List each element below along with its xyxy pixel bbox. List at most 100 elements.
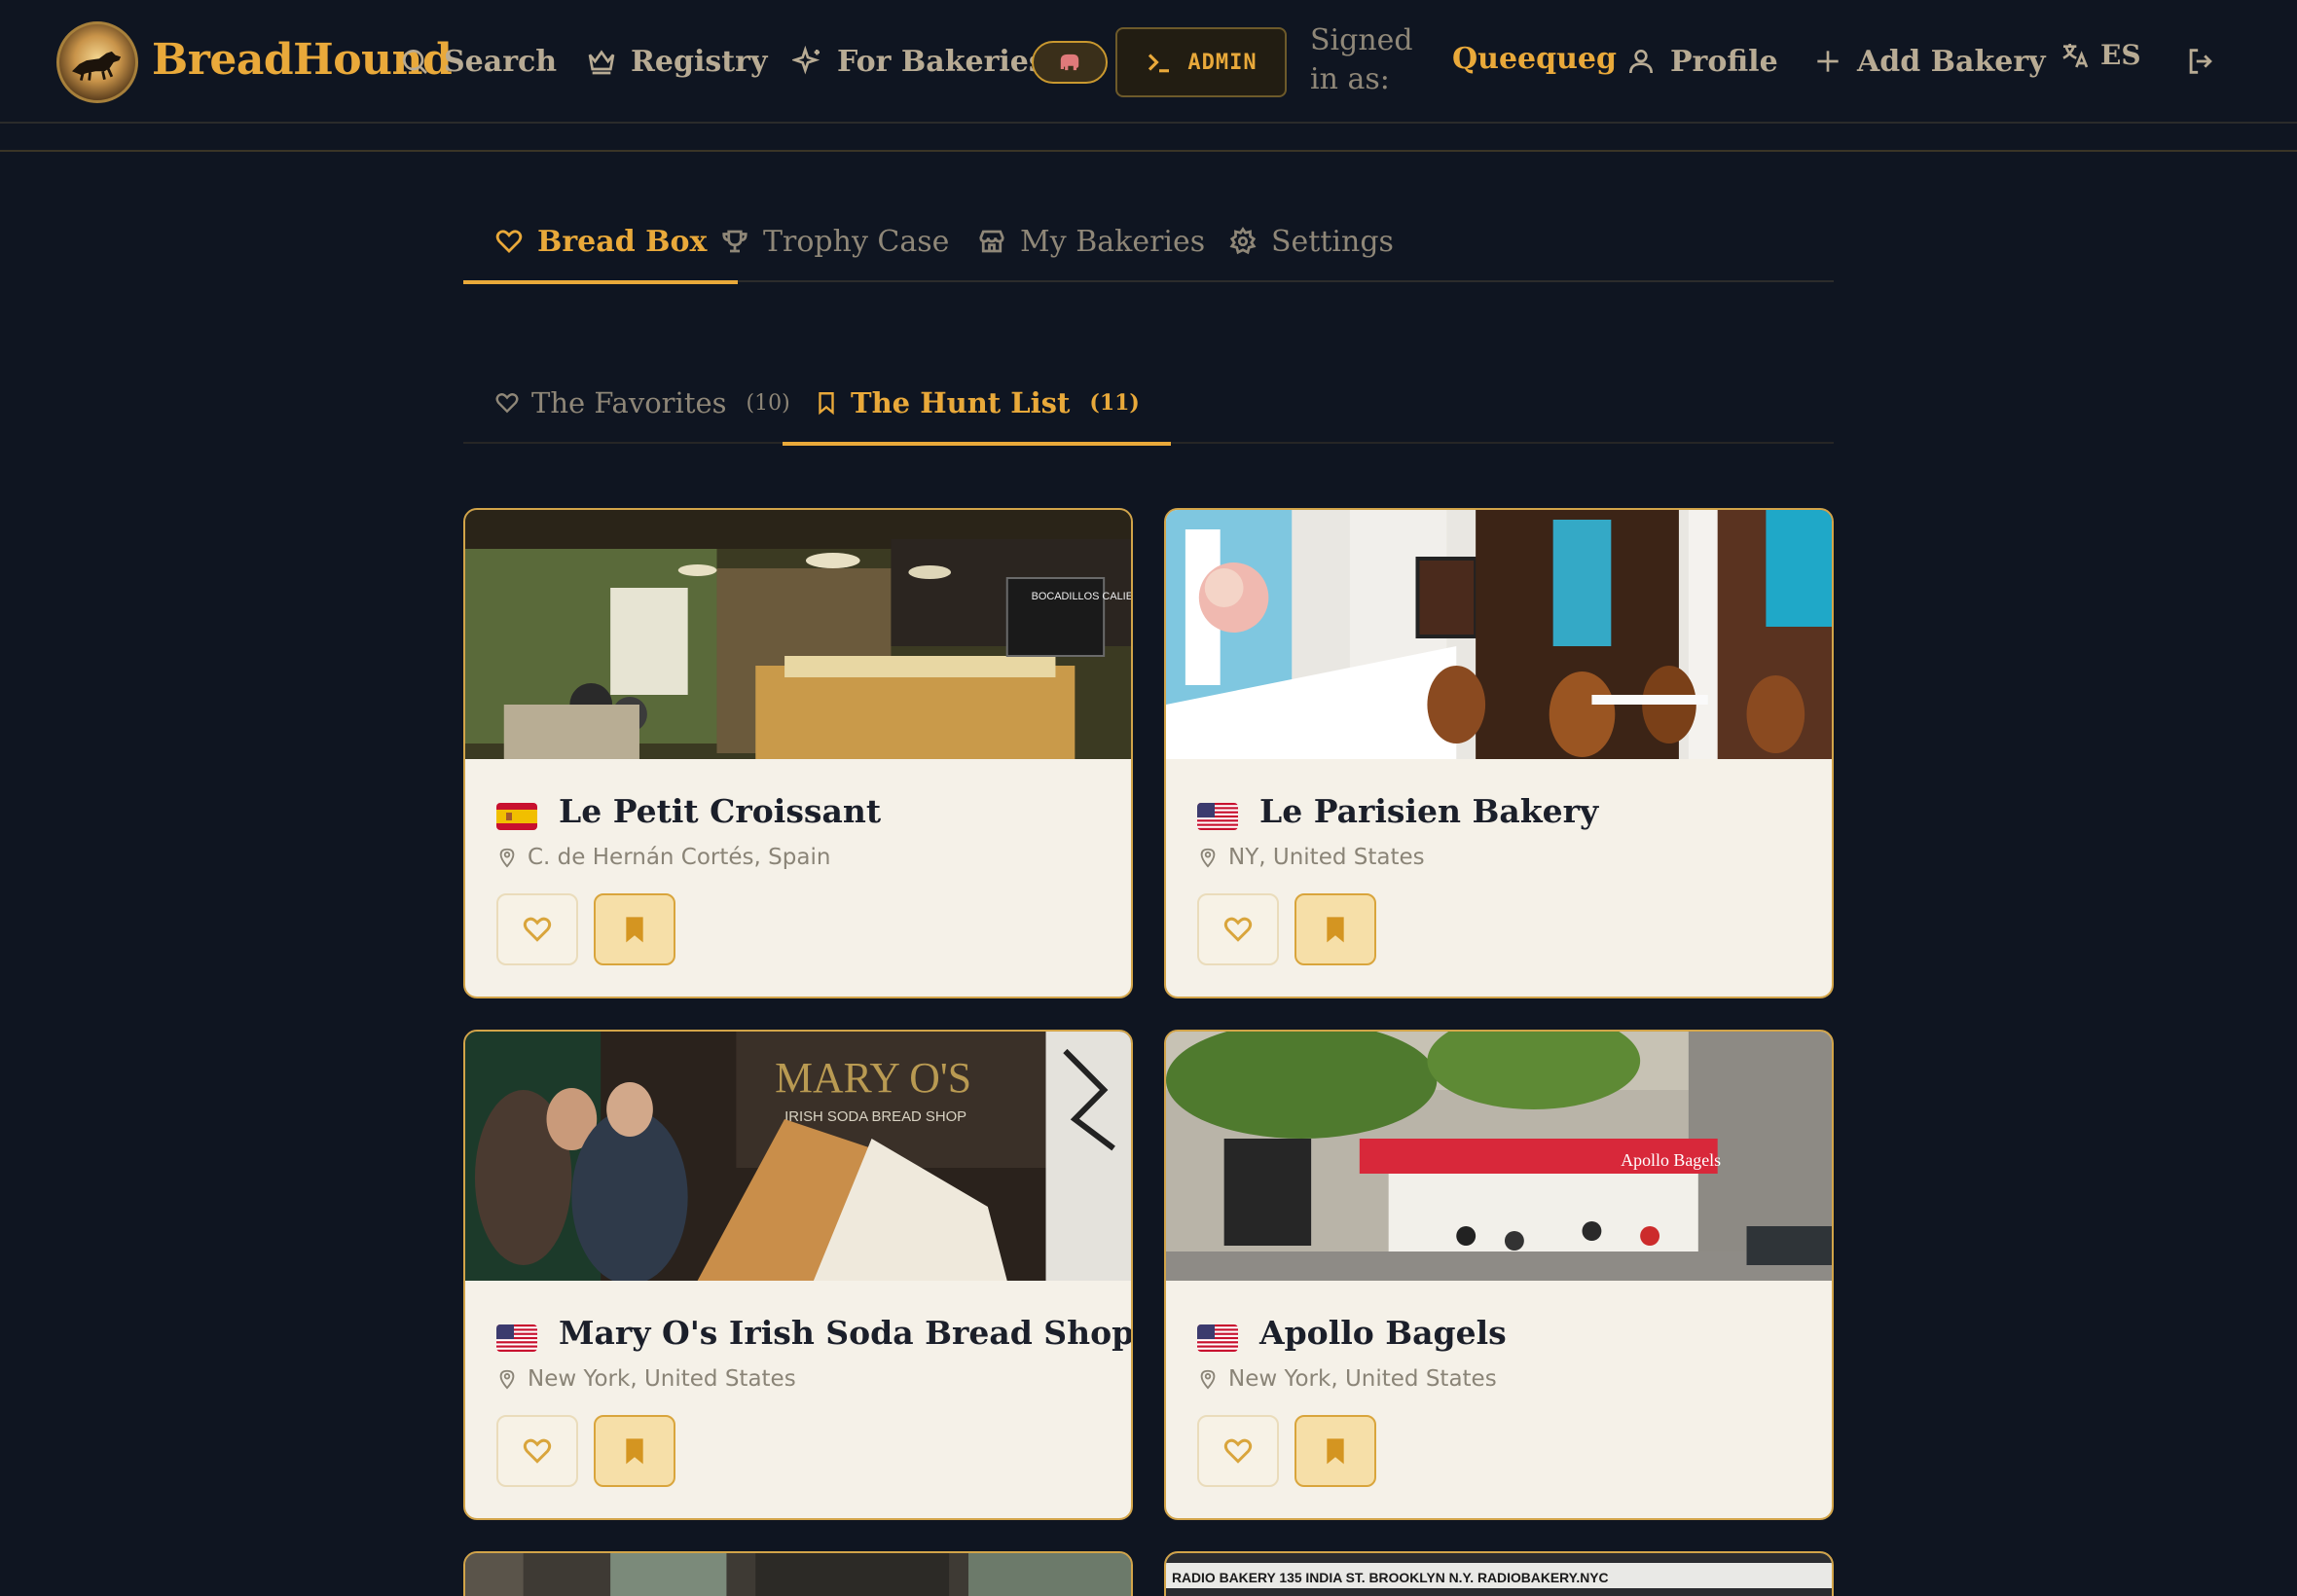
- tab-trophy-case[interactable]: Trophy Case: [720, 200, 949, 282]
- nav-for-bakeries[interactable]: For Bakeries: [792, 39, 1045, 84]
- bakery-location: New York, United States: [1197, 1366, 1497, 1392]
- subtab-count: (10): [746, 390, 790, 416]
- search-icon: [403, 50, 427, 74]
- username-link[interactable]: Queequeg: [1452, 42, 1617, 76]
- bookmark-icon: [1327, 1438, 1344, 1465]
- bakery-location-text: New York, United States: [528, 1366, 796, 1392]
- heart-icon: [495, 230, 523, 253]
- logout-icon: [2189, 49, 2212, 74]
- favorite-button[interactable]: [496, 1415, 578, 1487]
- bakery-card[interactable]: BOCADILLOS CALIENTES Le Petit Croissant …: [463, 508, 1133, 998]
- nav-search[interactable]: Search: [399, 39, 557, 84]
- map-pin-icon: [1200, 1369, 1216, 1390]
- tab-my-bakeries[interactable]: My Bakeries: [977, 200, 1205, 282]
- bakery-location-text: New York, United States: [1228, 1366, 1497, 1392]
- us-flag-icon: [1197, 1324, 1238, 1352]
- tab-settings[interactable]: Settings: [1228, 200, 1394, 282]
- admin-button[interactable]: ADMIN: [1115, 27, 1287, 97]
- bakery-name[interactable]: Apollo Bagels: [1259, 1314, 1507, 1352]
- bakery-location-text: C. de Hernán Cortés, Spain: [528, 845, 831, 870]
- bakery-photo: [1166, 510, 1832, 759]
- nav-profile[interactable]: Profile: [1625, 39, 1778, 84]
- heart-icon: [495, 393, 519, 414]
- tab-label: My Bakeries: [1020, 224, 1206, 259]
- bakery-location: C. de Hernán Cortés, Spain: [496, 845, 830, 870]
- signed-in-label: Signed in as:: [1310, 23, 1413, 96]
- heart-icon: [1223, 917, 1253, 942]
- nav-profile-label: Profile: [1670, 44, 1778, 79]
- tab-label: Bread Box: [537, 224, 708, 259]
- user-icon: [1629, 50, 1653, 74]
- bookmark-icon: [1327, 917, 1344, 943]
- tab-label: Settings: [1271, 224, 1394, 259]
- nav-search-label: Search: [444, 44, 558, 79]
- us-flag-icon: [496, 1324, 537, 1352]
- gear-icon: [1229, 227, 1257, 255]
- language-switch[interactable]: ES: [2060, 39, 2141, 71]
- top-navigation-bar: BreadHound Search Registry For Bakeries …: [0, 0, 2297, 124]
- logout-button[interactable]: [2184, 45, 2217, 78]
- bakery-card[interactable]: RADIO BAKERY 135 INDIA ST. BROOKLYN N.Y.…: [1164, 1551, 1834, 1596]
- awning-sign: Apollo Bagels: [1621, 1150, 1721, 1170]
- favorite-button[interactable]: [1197, 893, 1279, 965]
- admin-label: ADMIN: [1187, 50, 1258, 75]
- main-tabs: Bread Box Trophy Case My Bakeries Settin…: [462, 200, 1834, 284]
- map-pin-icon: [1200, 848, 1216, 868]
- map-pin-icon: [499, 848, 515, 868]
- nav-registry-label: Registry: [631, 44, 768, 79]
- heart-icon: [523, 1438, 552, 1464]
- map-pin-icon: [499, 1369, 515, 1390]
- trophy-icon: [722, 230, 747, 253]
- us-flag-icon: [1197, 803, 1238, 830]
- elephant-badge[interactable]: [1032, 41, 1108, 84]
- bakery-photo: Apollo Bagels: [1166, 1032, 1832, 1281]
- bakery-card[interactable]: MARY O'S IRISH SODA BREAD SHOP Mary O's …: [463, 1030, 1133, 1520]
- logo-icon[interactable]: [56, 21, 138, 103]
- terminal-icon: [1148, 54, 1170, 73]
- bookmark-icon: [626, 1438, 643, 1465]
- subtab-label: The Hunt List: [851, 386, 1071, 419]
- bread-box-subtabs: The Favorites (10) The Hunt List (11): [463, 362, 1834, 446]
- bakery-photo: BOCADILLOS CALIENTES: [465, 510, 1131, 759]
- sparkles-icon: [792, 46, 820, 75]
- bakery-card[interactable]: Apollo Bagels Apollo Bagels New York, Un…: [1164, 1030, 1834, 1520]
- chalkboard-text: BOCADILLOS CALIENTES: [1032, 591, 1131, 602]
- plus-icon: [1817, 51, 1839, 72]
- store-icon: [979, 230, 1004, 253]
- favorite-button[interactable]: [496, 893, 578, 965]
- hunt-list-button[interactable]: [1294, 1415, 1376, 1487]
- bakery-card[interactable]: Le Parisien Bakery NY, United States: [1164, 508, 1834, 998]
- translate-icon: [2062, 43, 2089, 67]
- subtab-count: (11): [1089, 390, 1140, 416]
- heart-icon: [1223, 1438, 1253, 1464]
- bookmark-icon: [626, 917, 643, 943]
- bakery-photo: [465, 1553, 1131, 1596]
- divider: [0, 150, 2297, 152]
- bakery-photo: MARY O'S IRISH SODA BREAD SHOP: [465, 1032, 1131, 1281]
- nav-add-bakery-label: Add Bakery: [1857, 44, 2046, 79]
- hunt-list-button[interactable]: [594, 893, 675, 965]
- shop-sign: MARY O'S: [775, 1055, 971, 1102]
- nav-registry[interactable]: Registry: [586, 39, 767, 84]
- bakery-location: New York, United States: [496, 1366, 796, 1392]
- shop-subsign: IRISH SODA BREAD SHOP: [784, 1108, 966, 1125]
- bakery-card[interactable]: [463, 1551, 1133, 1596]
- hunt-list-button[interactable]: [594, 1415, 675, 1487]
- heart-icon: [523, 917, 552, 942]
- bakery-name[interactable]: Mary O's Irish Soda Bread Shop: [559, 1314, 1131, 1352]
- bakery-name[interactable]: Le Parisien Bakery: [1259, 792, 1598, 830]
- tab-bread-box[interactable]: Bread Box: [462, 200, 739, 284]
- favorite-button[interactable]: [1197, 1415, 1279, 1487]
- nav-add-bakery[interactable]: Add Bakery: [1812, 39, 2046, 84]
- elephant-icon: [1060, 54, 1079, 71]
- bakery-photo: RADIO BAKERY 135 INDIA ST. BROOKLYN N.Y.…: [1166, 1553, 1832, 1596]
- hunt-list-button[interactable]: [1294, 893, 1376, 965]
- language-label: ES: [2100, 39, 2141, 71]
- bookmark-icon: [819, 392, 834, 416]
- shop-sign: RADIO BAKERY 135 INDIA ST. BROOKLYN N.Y.…: [1172, 1570, 1609, 1585]
- bakery-name[interactable]: Le Petit Croissant: [559, 792, 881, 830]
- bakery-location: NY, United States: [1197, 845, 1425, 870]
- nav-for-bakeries-label: For Bakeries: [837, 44, 1045, 79]
- subtab-hunt-list[interactable]: The Hunt List (11): [783, 362, 1171, 446]
- subtab-favorites[interactable]: The Favorites (10): [494, 362, 790, 444]
